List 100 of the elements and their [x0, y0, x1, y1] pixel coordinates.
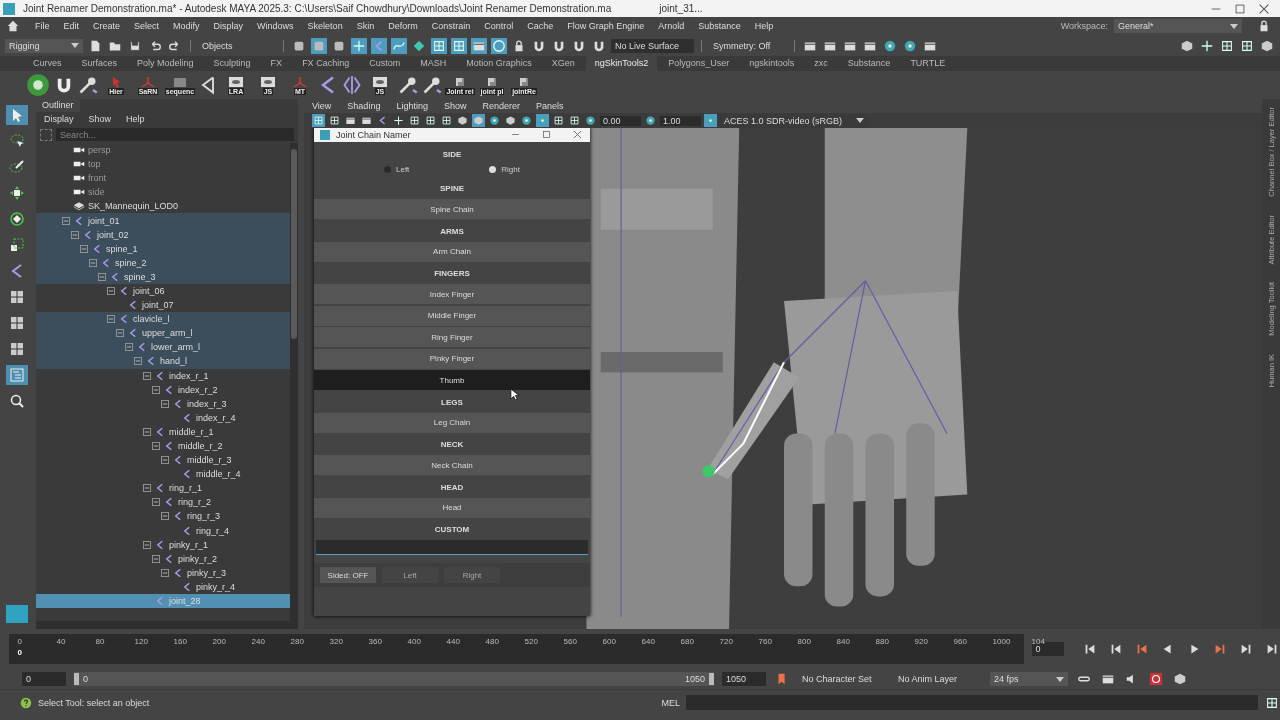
collapse-icon[interactable]	[125, 343, 133, 352]
pin-icon[interactable]	[78, 75, 98, 95]
menu-item[interactable]: Modify	[173, 21, 200, 31]
collapse-icon[interactable]	[152, 442, 160, 450]
outliner-row[interactable]: clavicle_l	[36, 312, 290, 327]
outliner-row[interactable]: upper_arm_l	[36, 326, 290, 341]
outliner-row[interactable]: front	[36, 171, 290, 186]
collapse-icon[interactable]	[161, 568, 169, 577]
menu-item[interactable]: Create	[93, 21, 121, 31]
grid-icon[interactable]	[328, 114, 341, 127]
range-slider[interactable]: 0 1050	[74, 672, 714, 686]
menu-item[interactable]: Show	[88, 114, 112, 124]
outliner-row[interactable]: joint_06	[36, 283, 290, 299]
outliner-row[interactable]: ring_r_4	[36, 523, 290, 538]
chain-button[interactable]: Pinky Finger	[314, 348, 590, 369]
chain-button[interactable]: Thumb	[314, 370, 590, 390]
menu-item[interactable]: Flow Graph Engine	[567, 21, 645, 31]
shelf-tab[interactable]: FX Caching	[293, 56, 359, 71]
collapse-icon[interactable]	[143, 371, 151, 380]
collapse-icon[interactable]	[71, 230, 79, 239]
custom-name-field[interactable]	[316, 540, 588, 555]
grid-icon[interactable]	[568, 114, 581, 127]
collapse-icon[interactable]	[98, 272, 106, 281]
menu-item[interactable]: Cache	[527, 21, 554, 31]
radio-button[interactable]: Left	[384, 165, 410, 174]
outliner-row[interactable]: index_r_3	[36, 396, 290, 411]
outliner-row[interactable]: middle_r_3	[36, 453, 290, 468]
select-tool-icon[interactable]	[6, 105, 28, 125]
grid-icon[interactable]	[424, 114, 437, 127]
outliner-row[interactable]: persp	[36, 143, 290, 158]
outliner-row[interactable]: middle_r_2	[36, 438, 290, 454]
collapse-icon[interactable]	[161, 456, 169, 465]
chain-button[interactable]: Ring Finger	[314, 327, 590, 347]
grid-toggle-icon[interactable]	[451, 37, 467, 54]
outliner-row[interactable]: side	[36, 185, 290, 200]
chain-button[interactable]: Neck Chain	[314, 455, 590, 475]
collapse-icon[interactable]	[143, 540, 151, 549]
search-field[interactable]: Search...	[56, 128, 294, 141]
menu-item[interactable]: Constrain	[431, 21, 471, 31]
menu-item[interactable]: Shading	[347, 101, 381, 111]
sphere-icon[interactable]	[520, 114, 533, 127]
menu-item[interactable]: Control	[484, 21, 514, 31]
close-icon[interactable]	[571, 128, 584, 141]
outliner-row[interactable]: top	[36, 157, 290, 172]
menu-item[interactable]: File	[35, 21, 50, 31]
radio-button[interactable]: Right	[489, 165, 520, 174]
shelf-tab[interactable]: Sculpting	[204, 56, 260, 71]
collapse-icon[interactable]	[161, 399, 169, 408]
menu-item[interactable]: Arnold	[658, 21, 685, 31]
shelf-tab[interactable]: FX	[261, 56, 292, 71]
outliner-row[interactable]: pinky_r_4	[36, 579, 290, 594]
menu-item[interactable]: Display	[44, 114, 74, 124]
menu-item[interactable]: Skin	[356, 21, 375, 31]
outliner-row[interactable]: ring_r_2	[36, 495, 290, 510]
menu-item[interactable]: Lighting	[396, 101, 428, 111]
scrollbar[interactable]	[290, 143, 298, 621]
help-toggle-icon[interactable]	[491, 37, 507, 54]
outliner-row[interactable]: index_r_2	[36, 382, 290, 397]
outliner-row[interactable]: joint_01	[36, 213, 290, 228]
collapse-icon[interactable]	[152, 498, 160, 507]
collapse-icon[interactable]	[143, 427, 151, 436]
fps-dropdown[interactable]: 24 fps	[990, 672, 1068, 686]
menu-item[interactable]: View	[312, 101, 332, 111]
collapse-icon[interactable]	[152, 554, 160, 563]
joint-toggle-icon[interactable]	[371, 37, 387, 54]
film-toggle-icon[interactable]	[471, 37, 487, 54]
shelf-tab[interactable]: TURTLE	[901, 56, 955, 71]
curve-toggle-icon[interactable]	[391, 37, 407, 54]
chain-button[interactable]: Middle Finger	[314, 305, 590, 326]
shelf-tab[interactable]: MASH	[411, 56, 456, 71]
shelf-tab[interactable]: Motion Graphics	[457, 56, 541, 71]
live-surface-field[interactable]: No Live Surface	[611, 38, 694, 53]
exposure-field[interactable]: 0.00	[600, 115, 641, 126]
chain-button[interactable]: Spine Chain	[314, 199, 590, 219]
outliner-row[interactable]: ring_r_1	[36, 481, 290, 496]
collapse-icon[interactable]	[116, 329, 124, 338]
cross-toggle-icon[interactable]	[351, 37, 367, 54]
outliner-row[interactable]: index_r_1	[36, 368, 290, 383]
chain-button[interactable]: Arm Chain	[314, 241, 590, 262]
panel-tab[interactable]: Outliner	[36, 99, 80, 112]
collapse-icon[interactable]	[80, 244, 88, 253]
end-frame-field[interactable]: 1050	[722, 672, 766, 686]
collapse-icon[interactable]	[152, 385, 160, 394]
sphere-icon[interactable]	[644, 114, 657, 127]
collapse-icon[interactable]	[134, 357, 142, 366]
shelf-tab[interactable]: XGen	[542, 56, 584, 71]
shelf-tab[interactable]: ngskintools	[740, 56, 804, 71]
outliner-row[interactable]: SK_Mannequin_LOD0	[36, 199, 290, 214]
collapse-icon[interactable]	[89, 258, 97, 267]
shelf-tab[interactable]: zxc	[805, 56, 837, 71]
workspace-dropdown[interactable]: General*	[1114, 19, 1242, 33]
grid-icon[interactable]	[552, 114, 565, 127]
home-icon[interactable]	[5, 18, 21, 34]
collapse-icon[interactable]	[107, 315, 115, 324]
menu-item[interactable]: Windows	[257, 21, 294, 31]
menu-item[interactable]: Panels	[535, 101, 564, 111]
menu-item[interactable]: Show	[443, 101, 467, 111]
menu-item[interactable]: Skeleton	[307, 21, 343, 31]
footer-button[interactable]: Sided: OFF	[320, 567, 376, 583]
cross-icon[interactable]	[392, 114, 405, 127]
